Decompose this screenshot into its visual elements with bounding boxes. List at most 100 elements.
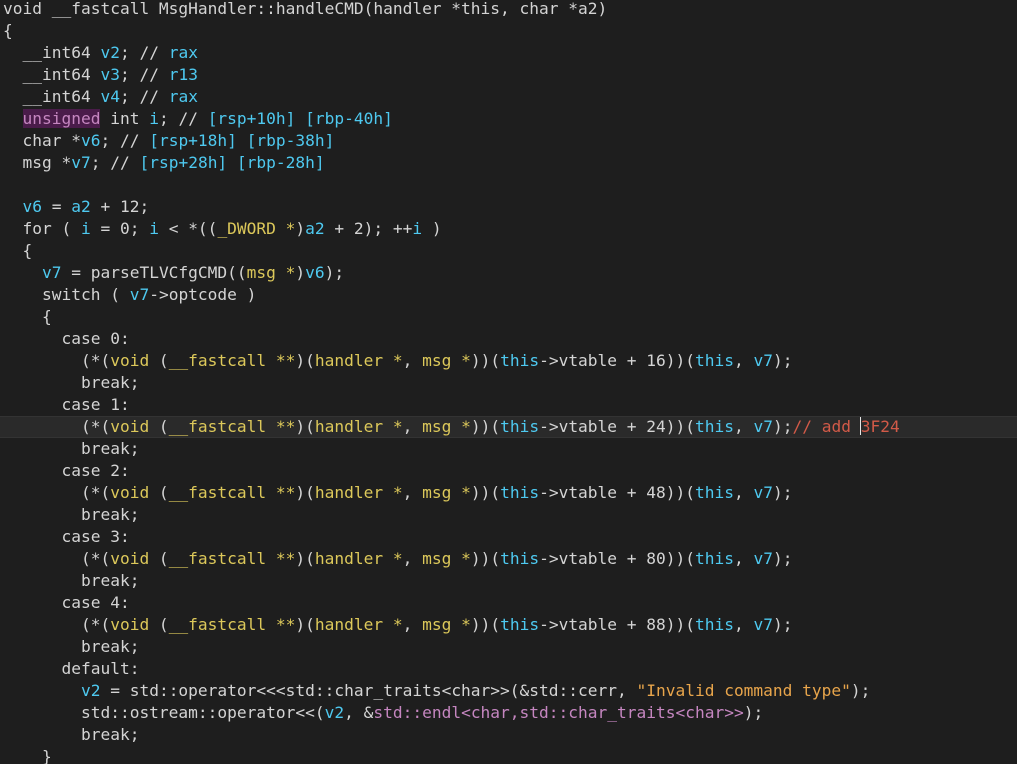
code-token: ); [773, 417, 793, 436]
code-token: , [402, 549, 423, 568]
code-token: [rsp+28h] [rbp-28h] [139, 153, 325, 172]
code-token: __int64 [3, 43, 101, 62]
code-editor[interactable]: void __fastcall MsgHandler::handleCMD(ha… [0, 0, 1017, 764]
code-token: break; [3, 571, 140, 590]
code-line[interactable]: (*(void (__fastcall **)(handler *, msg *… [0, 416, 1017, 438]
code-line[interactable]: for ( i = 0; i < *((_DWORD *)a2 + 2); ++… [3, 218, 900, 240]
code-token: ))( [470, 615, 501, 634]
code-line[interactable]: (*(void (__fastcall **)(handler *, msg *… [3, 482, 900, 504]
code-token: break; [3, 439, 140, 458]
code-token: ( [149, 483, 169, 502]
code-token: v7 [753, 417, 774, 436]
code-line[interactable]: v6 = a2 + 12; [3, 196, 900, 218]
code-line[interactable]: } [3, 746, 900, 764]
code-token: this [695, 549, 734, 568]
code-token: )( [295, 549, 315, 568]
code-token: ; // [90, 153, 140, 172]
code-token: ); [850, 681, 871, 700]
code-token: handler * [314, 483, 403, 502]
code-token: i [149, 109, 159, 128]
code-token: )( [295, 417, 315, 436]
code-token: handler * [314, 615, 403, 634]
code-line[interactable]: case 2: [3, 460, 900, 482]
code-line[interactable]: unsigned int i; // [rsp+10h] [rbp-40h] [3, 108, 900, 130]
code-token: (*( [3, 351, 111, 370]
code-token: __int64 [3, 65, 101, 84]
code-token: ( [149, 549, 169, 568]
code-token: )( [295, 615, 315, 634]
code-token: ; // [119, 43, 169, 62]
code-line[interactable]: { [3, 306, 900, 328]
code-token: v7 [753, 549, 774, 568]
code-token: case 1: [3, 395, 130, 414]
code-token: + 12; [90, 197, 150, 216]
code-line[interactable]: std::ostream::operator<<(v2, &std::endl<… [3, 702, 900, 724]
code-token: + 2); ++ [324, 219, 413, 238]
code-token: { [3, 307, 52, 326]
code-line[interactable]: { [3, 20, 900, 42]
code-line[interactable]: void __fastcall MsgHandler::handleCMD(ha… [3, 0, 900, 20]
code-line[interactable]: (*(void (__fastcall **)(handler *, msg *… [3, 614, 900, 636]
code-token: ))( [470, 417, 501, 436]
code-line[interactable]: __int64 v3; // r13 [3, 64, 900, 86]
code-line[interactable]: break; [3, 570, 900, 592]
code-token: ); [773, 483, 793, 502]
code-line[interactable]: break; [3, 504, 900, 526]
code-token: ); [743, 703, 764, 722]
code-token: a2 [305, 219, 325, 238]
code-line[interactable]: case 3: [3, 526, 900, 548]
code-view[interactable]: void __fastcall MsgHandler::handleCMD(ha… [0, 0, 1017, 764]
code-token: (*( [3, 615, 111, 634]
code-token: char * [3, 131, 81, 150]
code-token: // add [792, 417, 861, 436]
code-token: ; // [119, 87, 169, 106]
code-line[interactable]: switch ( v7->optcode ) [3, 284, 900, 306]
code-token: ); [773, 351, 793, 370]
code-line[interactable]: break; [3, 438, 900, 460]
code-token: __fastcall ** [168, 549, 296, 568]
code-line[interactable]: break; [3, 636, 900, 658]
code-line[interactable]: break; [3, 724, 900, 746]
code-line[interactable]: case 0: [3, 328, 900, 350]
code-line[interactable]: (*(void (__fastcall **)(handler *, msg *… [3, 350, 900, 372]
code-token: this [500, 417, 540, 436]
code-line[interactable]: __int64 v4; // rax [3, 86, 900, 108]
code-token: v6 [305, 263, 325, 282]
code-line[interactable]: case 4: [3, 592, 900, 614]
code-token: v2 [324, 703, 345, 722]
code-line[interactable]: { [3, 240, 900, 262]
code-token: ; // [158, 109, 208, 128]
code-token: , & [344, 703, 374, 722]
code-line[interactable]: default: [3, 658, 900, 680]
code-line[interactable]: v7 = parseTLVCfgCMD((msg *)v6); [3, 262, 900, 284]
code-line[interactable]: msg *v7; // [rsp+28h] [rbp-28h] [3, 152, 900, 174]
code-line[interactable]: v2 = std::operator<<<std::char_traits<ch… [3, 680, 900, 702]
code-token: ( [149, 351, 169, 370]
code-token: break; [3, 373, 140, 392]
code-token: handler * [314, 351, 403, 370]
code-token: ))( [470, 549, 501, 568]
code-line[interactable]: break; [3, 372, 900, 394]
code-token: ) [422, 219, 442, 238]
code-line[interactable]: char *v6; // [rsp+18h] [rbp-38h] [3, 130, 900, 152]
code-token: i [412, 219, 423, 238]
code-line[interactable]: __int64 v2; // rax [3, 42, 900, 64]
code-token: )( [295, 351, 315, 370]
code-token: (*( [3, 549, 111, 568]
code-line[interactable] [3, 174, 900, 196]
code-token: "Invalid command type" [636, 681, 851, 700]
code-line[interactable]: (*(void (__fastcall **)(handler *, msg *… [3, 548, 900, 570]
code-line[interactable]: case 1: [3, 394, 900, 416]
code-token: msg * [422, 615, 471, 634]
code-token: < *(( [158, 219, 218, 238]
code-token: __fastcall ** [168, 417, 296, 436]
code-token: this [695, 615, 734, 634]
code-token: = 0; [90, 219, 150, 238]
code-token: , [734, 483, 754, 502]
code-token: ); [324, 263, 345, 282]
code-token: __fastcall ** [168, 351, 296, 370]
code-token: v6 [80, 131, 101, 150]
